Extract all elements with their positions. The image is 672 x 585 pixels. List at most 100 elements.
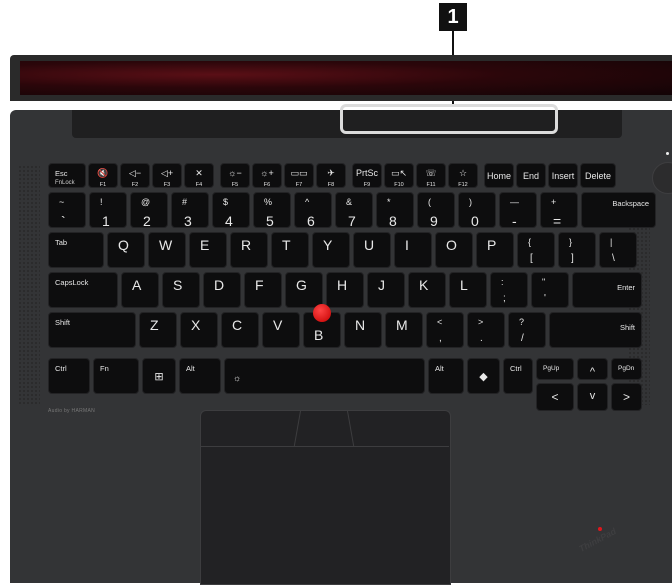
letter-key[interactable]: W — [148, 232, 186, 268]
fn-key[interactable]: ☏ F11 — [416, 163, 446, 188]
arrow-down-key[interactable]: v — [577, 383, 608, 411]
key-shift-symbol: % — [264, 197, 273, 207]
arrow-up-key[interactable]: ^ — [577, 358, 608, 380]
key-sublabel: F5 — [231, 182, 239, 188]
fn-key[interactable]: End — [516, 163, 546, 188]
letter-key[interactable]: S — [162, 272, 200, 308]
ctrl-left-key[interactable]: Ctrl — [48, 358, 90, 394]
fn-key[interactable]: ✈ F8 — [316, 163, 346, 188]
fn-key[interactable]: ◁− F2 — [120, 163, 150, 188]
key-letter: U — [364, 237, 375, 253]
tab-key[interactable]: Tab — [48, 232, 104, 268]
number-key[interactable]: Backspace — [581, 192, 656, 228]
number-key[interactable]: @2 — [130, 192, 168, 229]
number-key[interactable]: #3 — [171, 192, 209, 229]
letter-key[interactable]: L — [449, 272, 487, 308]
pgup-key[interactable]: PgUp — [536, 358, 574, 380]
number-key[interactable]: ) 0 — [458, 192, 496, 229]
fn-key[interactable]: Home — [484, 163, 514, 188]
key-icon: ☼+ — [260, 168, 274, 178]
fn-key[interactable]: ☼− F5 — [220, 163, 250, 188]
shift-right-key[interactable]: Shift — [549, 312, 642, 348]
symbol-key[interactable]: ? / — [508, 312, 546, 348]
letter-key[interactable]: U — [353, 232, 391, 268]
key-shift-symbol: ! — [100, 197, 103, 207]
letter-key[interactable]: X — [180, 312, 218, 348]
letter-key[interactable]: J — [367, 272, 405, 308]
shift-left-key[interactable]: Shift — [48, 312, 136, 348]
fn-key[interactable]: Insert — [548, 163, 578, 188]
symbol-key[interactable]: <, — [426, 312, 464, 348]
letter-key[interactable]: E — [189, 232, 227, 268]
copilot-key[interactable]: ◆ — [467, 358, 500, 394]
key-sublabel: F9 — [363, 182, 371, 188]
key-icon: ◁+ — [160, 168, 174, 178]
letter-key[interactable]: T — [271, 232, 309, 268]
letter-key[interactable]: A — [121, 272, 159, 308]
number-key[interactable]: % 5 — [253, 192, 291, 229]
letter-key[interactable]: V — [262, 312, 300, 348]
letter-key[interactable]: Y — [312, 232, 350, 268]
key-letter: C — [232, 317, 243, 333]
arrow-right-icon: > — [622, 390, 630, 404]
fn-key[interactable]: 🔇 F1 — [88, 163, 118, 188]
enter-key[interactable]: Enter — [572, 272, 642, 308]
number-key[interactable]: ~ ` — [48, 192, 86, 229]
fn-key[interactable]: ☆ F12 — [448, 163, 478, 188]
number-key[interactable]: ! 1 — [89, 192, 127, 229]
symbol-key[interactable]: " ' — [531, 272, 569, 308]
letter-key[interactable]: D — [203, 272, 241, 308]
alt-left-key[interactable]: Alt — [179, 358, 221, 394]
fn-key[interactable]: ✕ F4 — [184, 163, 214, 188]
letter-key[interactable]: M — [385, 312, 423, 348]
spacebar-key[interactable]: ☼ — [224, 358, 425, 394]
letter-key[interactable]: O — [435, 232, 473, 268]
letter-key[interactable]: R — [230, 232, 268, 268]
number-key[interactable]: & 7 — [335, 192, 373, 229]
number-key[interactable]: + = — [540, 192, 578, 229]
ctrl-right-key[interactable]: Ctrl — [503, 358, 533, 394]
key-label: Delete — [584, 171, 611, 181]
symbol-key[interactable]: :; — [490, 272, 528, 308]
letter-key[interactable]: H — [326, 272, 364, 308]
key-label: Backspace — [612, 199, 649, 208]
capslock-key[interactable]: CapsLock — [48, 272, 118, 308]
letter-key[interactable]: F — [244, 272, 282, 308]
letter-key[interactable]: C — [221, 312, 259, 348]
fn-key[interactable]: PrtSc F9 — [352, 163, 382, 188]
key-letter: S — [173, 277, 183, 293]
fn-key[interactable]: ◁+ F3 — [152, 163, 182, 188]
letter-key[interactable]: Z — [139, 312, 177, 348]
number-key[interactable]: $4 — [212, 192, 250, 229]
fn-key[interactable]: ▭▭ F7 — [284, 163, 314, 188]
letter-key[interactable]: G — [285, 272, 323, 308]
symbol-key[interactable]: {[ — [517, 232, 555, 268]
fn-key[interactable]: Delete — [580, 163, 616, 188]
alt-right-key[interactable]: Alt — [428, 358, 464, 394]
fn-key[interactable]: ☼+ F6 — [252, 163, 282, 188]
number-key[interactable]: * 8 — [376, 192, 414, 229]
letter-key[interactable]: I — [394, 232, 432, 268]
number-key[interactable]: ^ 6 — [294, 192, 332, 229]
symbol-key[interactable]: | \ — [599, 232, 637, 268]
letter-key[interactable]: K — [408, 272, 446, 308]
letter-key[interactable]: P — [476, 232, 514, 268]
number-key[interactable]: — - — [499, 192, 537, 229]
key-label: Shift — [55, 318, 71, 327]
number-key[interactable]: (9 — [417, 192, 455, 229]
letter-key[interactable]: Q — [107, 232, 145, 268]
fn-key[interactable]: Esc FnLock — [48, 163, 86, 188]
symbol-key[interactable]: >. — [467, 312, 505, 348]
trackpoint[interactable] — [313, 304, 331, 322]
arrow-right-key[interactable]: > — [611, 383, 642, 411]
key-label: Alt — [186, 364, 195, 373]
pgdn-key[interactable]: PgDn — [611, 358, 642, 380]
letter-key[interactable]: N — [344, 312, 382, 348]
arrow-left-key[interactable]: < — [536, 383, 574, 411]
key-sublabel: F11 — [426, 182, 436, 188]
fn-modifier-key[interactable]: Fn — [93, 358, 139, 394]
windows-key[interactable]: ⊞ — [142, 358, 176, 394]
key-shift-symbol: " — [542, 277, 546, 287]
symbol-key[interactable]: }] — [558, 232, 596, 268]
fn-key[interactable]: ▭↖ F10 — [384, 163, 414, 188]
